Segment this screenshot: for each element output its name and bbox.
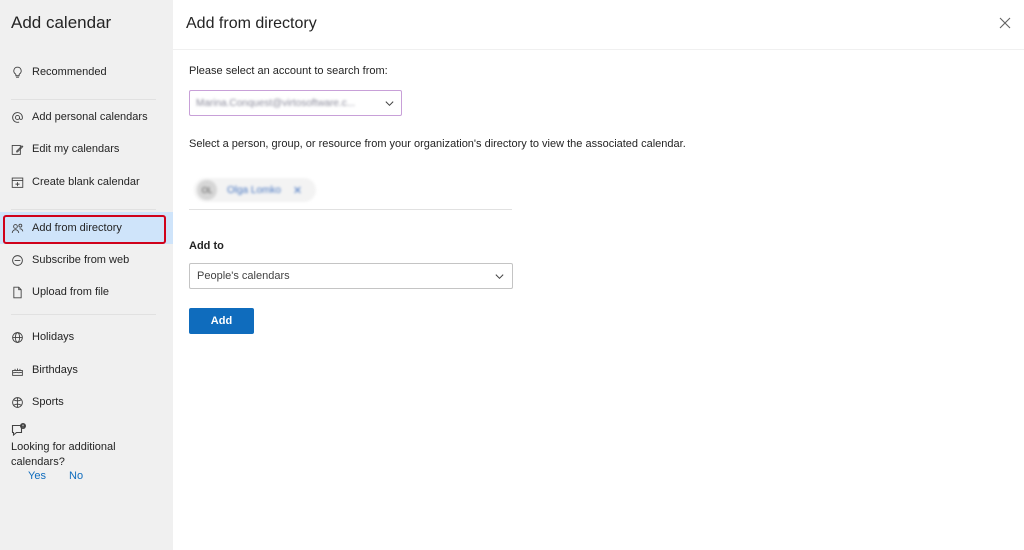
feedback-icon [11,423,26,437]
sidebar-item-create-blank[interactable]: Create blank calendar [0,166,173,198]
feedback-yes-link[interactable]: Yes [28,470,46,482]
sidebar-item-birthdays[interactable]: Birthdays [0,354,173,386]
sidebar-item-upload-file[interactable]: Upload from file [0,276,173,308]
sidebar-item-label: Create blank calendar [32,176,140,188]
sidebar-divider [11,314,156,315]
main-panel: Add from directory Please select an acco… [173,0,1024,550]
sidebar: Add calendar Recommended Add personal ca… [0,0,173,550]
sidebar-item-add-from-directory[interactable]: Add from directory [0,212,173,244]
sidebar-item-label: Add personal calendars [32,111,148,123]
sidebar-divider [11,209,156,210]
account-prompt: Please select an account to search from: [189,65,388,77]
account-select[interactable]: Marina.Conquest@virtosoftware.c... [189,90,402,116]
avatar: OL [197,180,217,200]
close-icon[interactable] [998,16,1012,30]
sidebar-item-label: Holidays [32,331,75,343]
sidebar-item-sports[interactable]: Sports [0,386,173,418]
sidebar-item-label: Add from directory [32,222,122,234]
person-chip-name: Olga Lomko [227,184,281,196]
page-title: Add from directory [186,15,317,32]
add-to-label: Add to [189,240,224,252]
chevron-down-icon [495,274,504,280]
person-chip[interactable]: OL Olga Lomko ✕ [194,178,316,202]
people-icon [10,221,24,235]
sidebar-item-label: Subscribe from web [32,254,130,266]
sidebar-item-label: Upload from file [32,286,110,298]
sidebar-item-add-personal[interactable]: Add personal calendars [0,101,173,133]
add-to-value: People's calendars [197,270,290,282]
remove-person-icon[interactable]: ✕ [293,184,302,197]
edit-icon [10,142,24,156]
feedback-no-link[interactable]: No [69,470,83,482]
sidebar-item-subscribe-web[interactable]: Subscribe from web [0,244,173,276]
sidebar-item-label: Edit my calendars [32,143,120,155]
sidebar-item-label: Recommended [32,66,107,78]
main-header: Add from directory [173,0,1024,50]
at-icon [10,110,24,124]
add-button[interactable]: Add [189,308,254,334]
ball-icon [10,395,24,409]
sidebar-item-edit-calendars[interactable]: Edit my calendars [0,133,173,165]
sidebar-title: Add calendar [11,13,112,32]
sidebar-item-label: Sports [32,396,64,408]
directory-prompt: Select a person, group, or resource from… [189,138,686,150]
globe-icon [10,330,24,344]
cake-icon [10,363,24,377]
account-value: Marina.Conquest@virtosoftware.c... [196,97,356,109]
sidebar-item-holidays[interactable]: Holidays [0,321,173,353]
lightbulb-icon [10,65,24,79]
add-to-dropdown[interactable]: People's calendars [189,263,513,289]
calendar-add-icon [10,175,24,189]
link-icon [10,253,24,267]
sidebar-divider [11,99,156,100]
chevron-down-icon [385,101,394,107]
feedback-prompt: Looking for additional calendars? [11,441,116,468]
document-icon [10,285,24,299]
people-picker[interactable]: OL Olga Lomko ✕ [189,172,512,210]
sidebar-item-recommended[interactable]: Recommended [0,56,173,88]
sidebar-item-label: Birthdays [32,364,78,376]
